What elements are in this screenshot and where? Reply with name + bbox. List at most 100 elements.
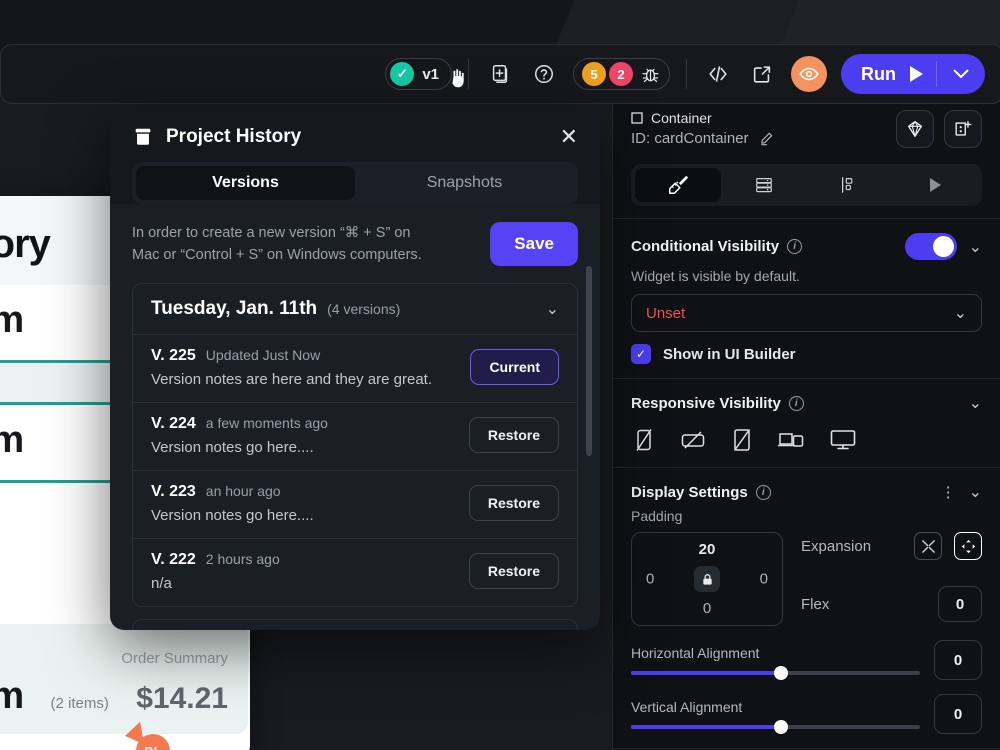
tab-versions[interactable]: Versions xyxy=(136,166,355,200)
display-settings-section: Display Settings i ⋮ ⌄ Padding 20 0 0 0 xyxy=(613,467,1000,748)
conditional-visibility-note: Widget is visible by default. xyxy=(631,268,800,284)
tab-snapshots[interactable]: Snapshots xyxy=(355,166,574,200)
eye-icon[interactable] xyxy=(791,56,827,92)
chevron-down-icon: ⌄ xyxy=(953,305,967,322)
version-number: V. 224 xyxy=(151,414,196,432)
top-toolbar: ✓ v1 5 2 Run xyxy=(0,44,1000,104)
expand-icon[interactable] xyxy=(954,532,982,560)
desktop-icon[interactable] xyxy=(829,427,857,453)
run-dropdown-caret[interactable] xyxy=(937,69,985,79)
show-in-ui-builder-row[interactable]: ✓ Show in UI Builder xyxy=(631,344,982,364)
version-row: V. 225 Updated Just Now Version notes ar… xyxy=(133,333,577,402)
version-notes: n/a xyxy=(151,574,172,592)
properties-tab[interactable] xyxy=(807,168,893,202)
padding-control[interactable]: 20 0 0 0 xyxy=(631,532,783,626)
code-brackets-icon[interactable] xyxy=(703,59,733,89)
square-outline-icon xyxy=(631,112,643,124)
bug-icon xyxy=(640,64,661,85)
restore-button[interactable]: Restore xyxy=(468,417,559,454)
version-day-header[interactable]: Monday, Jan. 10th (26 versions) xyxy=(133,620,577,630)
conditional-visibility-title: Conditional Visibility xyxy=(631,238,780,255)
pencil-icon[interactable] xyxy=(759,131,774,146)
version-day-group: Tuesday, Jan. 11th (4 versions) ⌄ V. 225… xyxy=(132,282,578,607)
version-day-group: Monday, Jan. 10th (26 versions) xyxy=(132,618,578,630)
version-number: V. 225 xyxy=(151,346,196,364)
restore-button[interactable]: Restore xyxy=(468,485,559,522)
info-icon[interactable]: i xyxy=(788,395,804,411)
chevron-down-icon[interactable]: ⌄ xyxy=(546,299,559,319)
properties-panel: Container ID: cardContainer Conditional … xyxy=(612,96,1000,750)
padding-bottom-value[interactable]: 0 xyxy=(703,600,711,617)
warning-count-badge: 5 xyxy=(582,62,606,86)
responsive-visibility-section: Responsive Visibility i ⌄ xyxy=(613,378,1000,467)
phone-hidden-icon[interactable] xyxy=(631,427,657,453)
play-icon xyxy=(906,64,926,84)
order-summary-label: Order Summary xyxy=(121,650,228,667)
save-button[interactable]: Save xyxy=(490,222,578,266)
conditional-visibility-select-value: Unset xyxy=(646,304,686,322)
vertical-alignment-value[interactable]: 0 xyxy=(934,694,982,734)
diamond-icon[interactable] xyxy=(896,110,934,148)
version-notes: Version notes are here and they are grea… xyxy=(151,370,433,388)
show-in-ui-builder-checkbox[interactable]: ✓ xyxy=(631,344,651,364)
lock-icon[interactable] xyxy=(694,566,720,592)
vertical-alignment-label: Vertical Alignment xyxy=(631,699,743,715)
tablet-hidden-icon[interactable] xyxy=(729,427,755,453)
padding-top-value[interactable]: 20 xyxy=(699,541,716,558)
run-label: Run xyxy=(861,63,896,84)
info-icon[interactable]: i xyxy=(787,239,803,254)
order-summary-card[interactable]: Order Summary 0pm (2 items) $14.21 xyxy=(0,624,248,734)
version-row: V. 224 a few moments ago Version notes g… xyxy=(133,401,577,470)
panel-tabbar[interactable] xyxy=(631,164,982,206)
horizontal-alignment-slider[interactable] xyxy=(631,666,920,680)
error-count-badge: 2 xyxy=(609,62,633,86)
conditional-visibility-toggle[interactable] xyxy=(904,233,957,260)
order-summary-price: $14.21 xyxy=(136,682,228,715)
chevron-down-icon[interactable]: ⌄ xyxy=(969,237,982,257)
more-vertical-icon[interactable]: ⋮ xyxy=(941,485,957,500)
modal-hint-text: In order to create a new version “⌘ + S”… xyxy=(132,225,422,264)
version-time: an hour ago xyxy=(205,482,281,499)
modal-tabs[interactable]: Versions Snapshots xyxy=(132,162,578,204)
version-row: V. 222 2 hours ago n/a Restore xyxy=(133,537,577,606)
vertical-alignment-slider[interactable] xyxy=(631,720,920,734)
open-external-icon[interactable] xyxy=(747,59,777,89)
backend-tab[interactable] xyxy=(721,168,807,202)
help-circle-icon[interactable] xyxy=(529,59,559,89)
padding-label: Padding xyxy=(631,508,683,524)
order-summary-items: (2 items) xyxy=(50,695,109,712)
chevron-down-icon[interactable]: ⌄ xyxy=(969,393,982,413)
restore-button[interactable]: Restore xyxy=(468,553,559,590)
padding-left-value[interactable]: 0 xyxy=(646,571,654,588)
close-icon[interactable]: ✕ xyxy=(560,126,578,148)
info-icon[interactable]: i xyxy=(755,484,771,500)
flex-value-input[interactable]: 0 xyxy=(938,586,982,622)
add-component-icon[interactable] xyxy=(944,110,982,148)
conditional-visibility-select[interactable]: Unset ⌄ xyxy=(631,294,982,332)
actions-tab[interactable] xyxy=(892,168,978,202)
shrink-icon[interactable] xyxy=(914,532,942,560)
run-button[interactable]: Run xyxy=(841,54,985,94)
preview-row-1-time: 0pm xyxy=(0,299,24,341)
phone-landscape-hidden-icon[interactable] xyxy=(679,427,707,453)
modal-title: Project History xyxy=(166,126,302,147)
version-time: a few moments ago xyxy=(205,414,328,431)
show-in-ui-builder-label: Show in UI Builder xyxy=(663,345,796,363)
version-day-header[interactable]: Tuesday, Jan. 11th (4 versions) ⌄ xyxy=(133,284,577,334)
duplicate-icon[interactable] xyxy=(485,59,515,89)
modal-scrollbar[interactable] xyxy=(586,266,592,456)
padding-right-value[interactable]: 0 xyxy=(760,571,768,588)
design-tab[interactable] xyxy=(635,168,721,202)
issues-pill[interactable]: 5 2 xyxy=(573,58,670,90)
history-box-icon xyxy=(132,126,154,148)
version-pill[interactable]: ✓ v1 xyxy=(385,58,465,90)
mouse-cursor-icon xyxy=(449,67,469,89)
chevron-down-icon[interactable]: ⌄ xyxy=(969,482,982,502)
horizontal-alignment-value[interactable]: 0 xyxy=(934,640,982,680)
project-history-modal: Project History ✕ Versions Snapshots In … xyxy=(110,110,600,630)
version-day-count: (4 versions) xyxy=(327,300,401,317)
version-label: v1 xyxy=(422,65,439,83)
current-badge-button[interactable]: Current xyxy=(470,349,559,386)
laptop-tablet-icon[interactable] xyxy=(777,427,807,453)
widget-type-label: Container xyxy=(651,110,712,126)
